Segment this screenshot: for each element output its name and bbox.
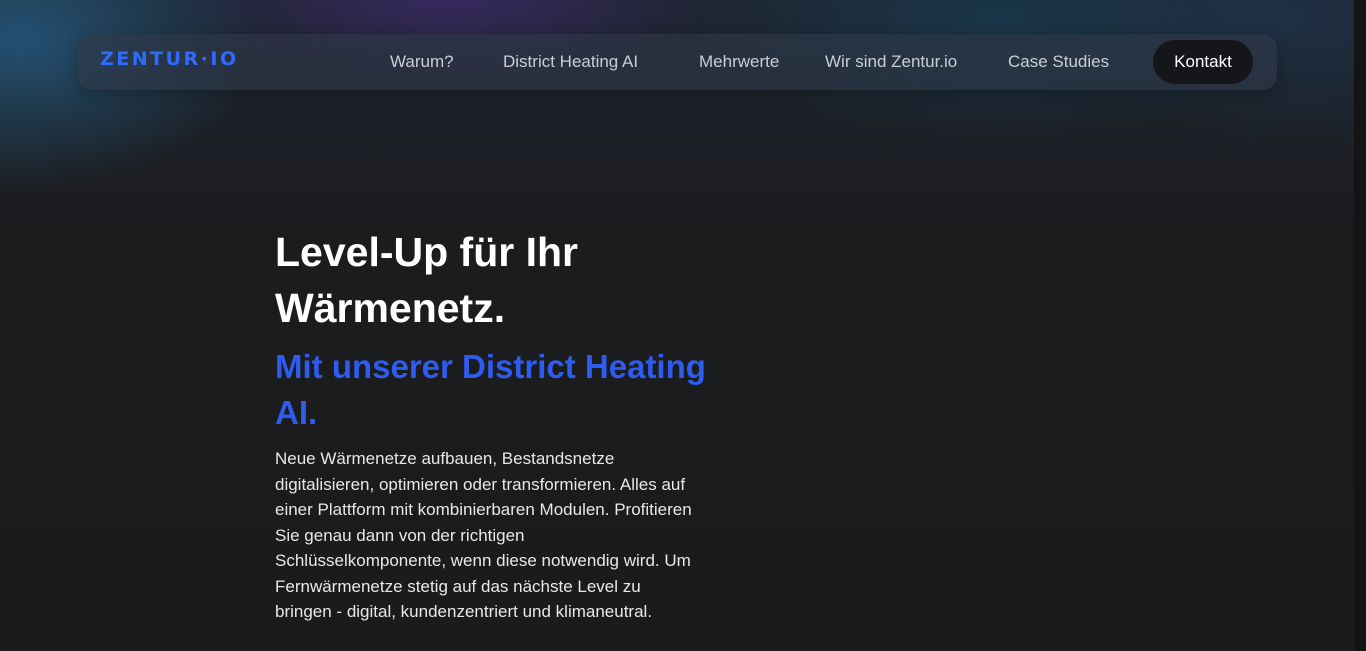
hero-title: Level-Up für Ihr Wärmenetz. bbox=[275, 229, 578, 331]
contact-button[interactable]: Kontakt bbox=[1153, 40, 1253, 84]
landing-page: ZENTUR·IO Warum? District Heating AI Meh… bbox=[0, 0, 1366, 651]
brand-logo[interactable]: ZENTUR·IO bbox=[100, 47, 239, 71]
hero-subtitle: Mit unserer District Heating AI. bbox=[275, 348, 706, 431]
hero-section: Level-Up für Ihr Wärmenetz. Mit unserer … bbox=[275, 224, 715, 625]
top-navbar: ZENTUR·IO Warum? District Heating AI Meh… bbox=[77, 34, 1277, 90]
nav-link-wir-sind-zentur[interactable]: Wir sind Zentur.io bbox=[825, 52, 957, 72]
nav-link-district-heating-ai[interactable]: District Heating AI bbox=[503, 52, 638, 72]
nav-link-mehrwerte[interactable]: Mehrwerte bbox=[699, 52, 779, 72]
page-scrollbar[interactable] bbox=[1354, 0, 1366, 651]
nav-link-case-studies[interactable]: Case Studies bbox=[1008, 52, 1109, 72]
nav-link-warum[interactable]: Warum? bbox=[390, 52, 454, 72]
hero-description: Neue Wärmenetze aufbauen, Bestandsnetze … bbox=[275, 449, 692, 621]
